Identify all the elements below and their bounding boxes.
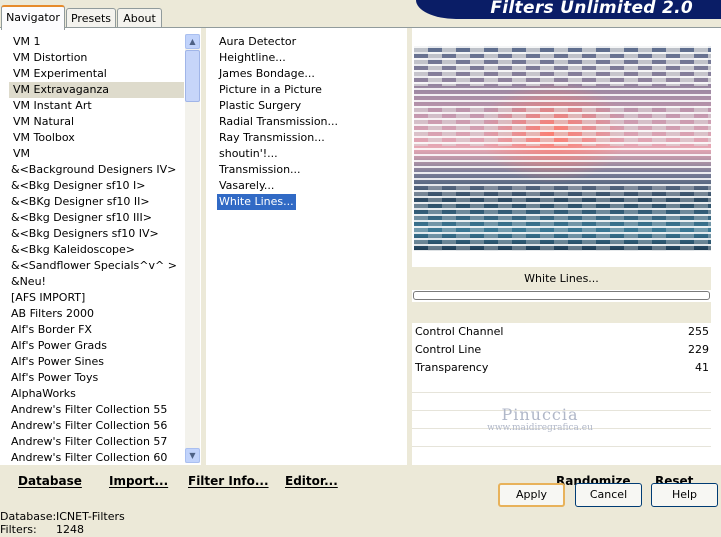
progress-bar xyxy=(413,291,710,300)
control-value: 41 xyxy=(695,361,709,374)
preview-filter-name: White Lines... xyxy=(524,272,599,285)
watermark-name: Pinuccia xyxy=(501,405,579,424)
filter-item[interactable]: Vasarely... xyxy=(217,178,402,194)
filter-item[interactable]: Heightline... xyxy=(217,50,402,66)
category-item[interactable]: &Neu! xyxy=(9,274,184,290)
filter-item[interactable]: Ray Transmission... xyxy=(217,130,402,146)
filter-list[interactable]: Aura Detector Heightline... James Bondage.… xyxy=(216,34,402,211)
category-item[interactable]: &<Bkg Designer sf10 I> xyxy=(9,178,184,194)
preview-caption-bar: White Lines... xyxy=(412,267,711,290)
watermark: Pinuccia www.maidiregrafica.eu xyxy=(460,405,620,433)
database-value: ICNET-Filters xyxy=(56,510,125,523)
category-item[interactable]: Andrew's Filter Collection 55 xyxy=(9,402,184,418)
tab-navigator[interactable]: Navigator xyxy=(1,5,65,30)
category-list[interactable]: VM 1 VM Distortion VM Experimental VM Extra… xyxy=(9,34,184,466)
scroll-up-arrow-icon[interactable]: ▲ xyxy=(185,34,200,49)
import-link[interactable]: Import... xyxy=(109,474,168,488)
filter-item[interactable]: Aura Detector xyxy=(217,34,402,50)
category-item[interactable]: VM xyxy=(9,146,184,162)
control-value: 255 xyxy=(688,325,709,338)
category-item[interactable]: &<Background Designers IV> xyxy=(9,162,184,178)
scroll-down-arrow-icon[interactable]: ▼ xyxy=(185,448,200,463)
control-slider[interactable]: Control Line 229 xyxy=(415,341,711,358)
filters-label: Filters: xyxy=(0,523,37,536)
category-item[interactable]: VM Natural xyxy=(9,114,184,130)
navigator-panel: VM 1 VM Distortion VM Experimental VM Extra… xyxy=(0,28,721,497)
control-name: Control Channel xyxy=(415,325,504,338)
category-item[interactable]: AB Filters 2000 xyxy=(9,306,184,322)
category-item[interactable]: VM Extravaganza xyxy=(9,82,184,98)
category-item[interactable]: VM Experimental xyxy=(9,66,184,82)
category-item[interactable]: Andrew's Filter Collection 60 xyxy=(9,450,184,466)
filter-item[interactable]: Plastic Surgery xyxy=(217,98,402,114)
category-item[interactable]: &<Sandflower Specials^v^ > xyxy=(9,258,184,274)
database-link[interactable]: Database xyxy=(18,474,82,488)
filter-item[interactable]: White Lines... xyxy=(216,193,297,211)
filter-preview-image xyxy=(414,46,711,251)
category-item[interactable]: VM Toolbox xyxy=(9,130,184,146)
control-name: Control Line xyxy=(415,343,482,356)
filters-count: 1248 xyxy=(56,523,84,536)
filter-info-link[interactable]: Filter Info... xyxy=(188,474,269,488)
filter-item[interactable]: James Bondage... xyxy=(217,66,402,82)
category-item[interactable]: Alf's Border FX xyxy=(9,322,184,338)
category-item[interactable]: Alf's Power Grads xyxy=(9,338,184,354)
control-slider[interactable]: Control Channel 255 xyxy=(415,323,711,340)
tab-presets[interactable]: Presets xyxy=(66,8,116,28)
help-button[interactable]: Help xyxy=(651,483,718,507)
filter-item[interactable]: shoutin'!... xyxy=(217,146,402,162)
category-item[interactable]: VM 1 xyxy=(9,34,184,50)
app-title: Filters Unlimited 2.0 xyxy=(490,0,693,18)
category-item[interactable]: Andrew's Filter Collection 56 xyxy=(9,418,184,434)
category-item[interactable]: AlphaWorks xyxy=(9,386,184,402)
category-item[interactable]: &<Bkg Designer sf10 III> xyxy=(9,210,184,226)
control-name: Transparency xyxy=(415,361,489,374)
tab-about[interactable]: About xyxy=(117,8,162,28)
category-item[interactable]: Alf's Power Toys xyxy=(9,370,184,386)
filter-item[interactable]: Transmission... xyxy=(217,162,402,178)
watermark-url: www.maidiregrafica.eu xyxy=(487,423,593,433)
apply-button[interactable]: Apply xyxy=(498,483,565,507)
editor-link[interactable]: Editor... xyxy=(285,474,338,488)
category-item[interactable]: VM Instant Art xyxy=(9,98,184,114)
scroll-thumb[interactable] xyxy=(185,50,200,102)
category-item[interactable]: &<Bkg Designers sf10 IV> xyxy=(9,226,184,242)
category-item[interactable]: &<Bkg Kaleidoscope> xyxy=(9,242,184,258)
category-item[interactable]: [AFS IMPORT] xyxy=(9,290,184,306)
category-item[interactable]: &<BKg Designer sf10 II> xyxy=(9,194,184,210)
control-value: 229 xyxy=(688,343,709,356)
database-label: Database: xyxy=(0,510,57,523)
cancel-button[interactable]: Cancel xyxy=(575,483,642,507)
control-slider[interactable]: Transparency 41 xyxy=(415,359,711,376)
controls-header-bar xyxy=(412,302,711,323)
category-item[interactable]: Alf's Power Sines xyxy=(9,354,184,370)
title-banner: Filters Unlimited 2.0 xyxy=(416,0,721,19)
category-item[interactable]: Andrew's Filter Collection 57 xyxy=(9,434,184,450)
filter-item[interactable]: Picture in a Picture xyxy=(217,82,402,98)
category-item[interactable]: VM Distortion xyxy=(9,50,184,66)
filter-item[interactable]: Radial Transmission... xyxy=(217,114,402,130)
category-scrollbar[interactable]: ▲ ▼ xyxy=(185,34,200,463)
pane-divider-left xyxy=(201,28,206,465)
